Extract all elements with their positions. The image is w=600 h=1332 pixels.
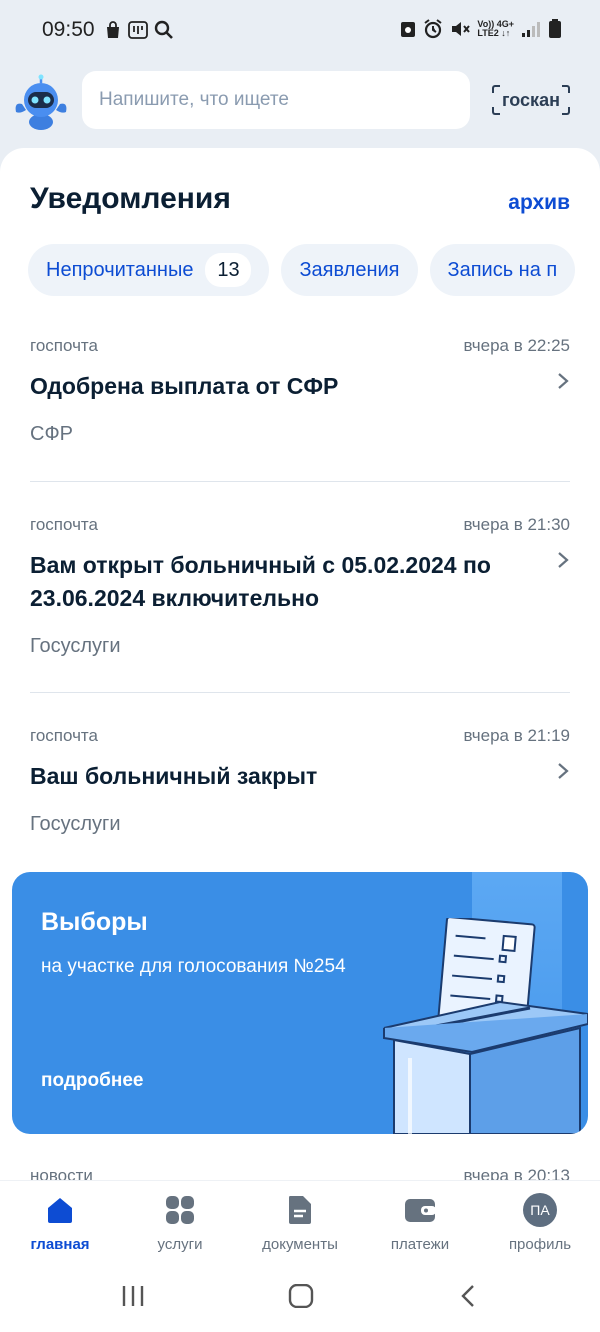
network-bottom-text: LTE2 ↓↑ [477,28,511,38]
home-icon [43,1193,77,1227]
notification-time: вчера в 21:19 [463,726,570,745]
divider [30,481,570,482]
recent-apps-icon[interactable] [120,1284,146,1308]
nav-profile[interactable]: ПА профиль [480,1181,600,1266]
scan-corner [562,85,570,93]
banner-more-link[interactable]: подробнее [41,1070,143,1092]
notification-meta: госпочта вчера в 22:25 [30,336,570,356]
filter-chips: Непрочитанные 13 Заявления Запись на п [28,244,576,296]
network-indicator: Vo)) 4G+ LTE2 ↓↑ [477,20,514,38]
search-input[interactable] [82,71,470,129]
document-icon [283,1193,317,1227]
app-notification-icon [128,21,148,39]
status-time: 09:50 [42,18,95,41]
notification-category: госпочта [30,336,98,355]
recycle-icon [401,22,416,37]
bottom-navigation: главная услуги документы платежи ПА проф… [0,1180,600,1266]
notification-meta: госпочта вчера в 21:19 [30,726,570,746]
chip-label: Заявления [299,258,400,281]
nav-label: документы [262,1236,338,1253]
nav-label: услуги [157,1236,203,1253]
nav-label: главная [30,1236,90,1253]
robot-assistant-icon[interactable] [12,74,70,132]
scan-corner [492,107,500,115]
nav-services[interactable]: услуги [120,1181,240,1266]
notification-item[interactable]: госпочта вчера в 21:30 Вам открыт больни… [30,515,570,658]
elections-banner[interactable]: Выборы на участке для голосования №254 п… [12,872,588,1134]
chip-label: Непрочитанные [46,258,194,281]
search-box[interactable] [82,71,470,129]
notifications-sheet: Уведомления архив Непрочитанные 13 Заявл… [0,148,600,1332]
avatar-container: ПА [523,1193,557,1227]
wallet-icon [403,1193,437,1227]
status-bar: 09:50 Vo)) 4G+ LTE2 ↓↑ [0,0,600,60]
notification-category: госпочта [30,726,98,745]
nav-home[interactable]: главная [0,1181,120,1266]
chevron-right-icon [558,763,569,779]
divider [30,692,570,693]
notification-meta: госпочта вчера в 21:30 [30,515,570,535]
nav-payments[interactable]: платежи [360,1181,480,1266]
notification-time: вчера в 21:30 [463,515,570,534]
goscan-label: госкан [502,89,560,110]
chip-applications[interactable]: Заявления [281,244,418,296]
nav-label: платежи [390,1236,450,1253]
chevron-right-icon [558,373,569,389]
chip-unread[interactable]: Непрочитанные 13 [28,244,270,296]
nav-documents[interactable]: документы [240,1181,360,1266]
alarm-icon [424,19,443,39]
notification-time: вчера в 22:25 [463,336,570,355]
notification-title: Вам открыт больничный с 05.02.2024 по 23… [30,552,491,611]
grid-icon [163,1193,197,1227]
back-icon[interactable] [458,1284,478,1308]
status-right-icons: Vo)) 4G+ LTE2 ↓↑ [400,19,562,39]
battery-icon [549,19,561,38]
chip-appointments[interactable]: Запись на п [429,244,576,296]
notification-source: Госуслуги [30,813,121,835]
notification-item[interactable]: госпочта вчера в 21:19 Ваш больничный за… [30,726,570,836]
notification-source: Госуслуги [30,635,121,657]
chip-label: Запись на п [447,258,558,281]
archive-link[interactable]: архив [508,191,570,215]
search-header: госкан [0,60,600,152]
chevron-right-icon [558,552,569,568]
nav-label: профиль [508,1236,572,1253]
scan-corner [492,85,500,93]
notification-category: госпочта [30,515,98,534]
scan-corner [562,107,570,115]
banner-subtitle: на участке для голосования №254 [41,956,346,977]
notification-item[interactable]: госпочта вчера в 22:25 Одобрена выплата … [30,336,570,446]
notification-title: Ваш больничный закрыт [30,763,318,789]
unread-count-badge: 13 [205,253,252,287]
system-navigation-bar [0,1266,600,1332]
avatar: ПА [523,1193,557,1227]
shopping-bag-icon [107,21,119,38]
home-button-icon[interactable] [288,1284,314,1308]
page-title: Уведомления [30,182,231,215]
notification-title: Одобрена выплата от СФР [30,373,339,399]
signal-icon [522,22,540,37]
banner-title: Выборы [41,908,148,936]
notification-source: СФР [30,423,73,445]
ballot-box-illustration [383,918,588,1134]
goscan-button[interactable]: госкан [490,83,572,117]
search-icon [154,20,173,39]
mute-icon [452,22,471,36]
status-left-icons [104,20,174,40]
